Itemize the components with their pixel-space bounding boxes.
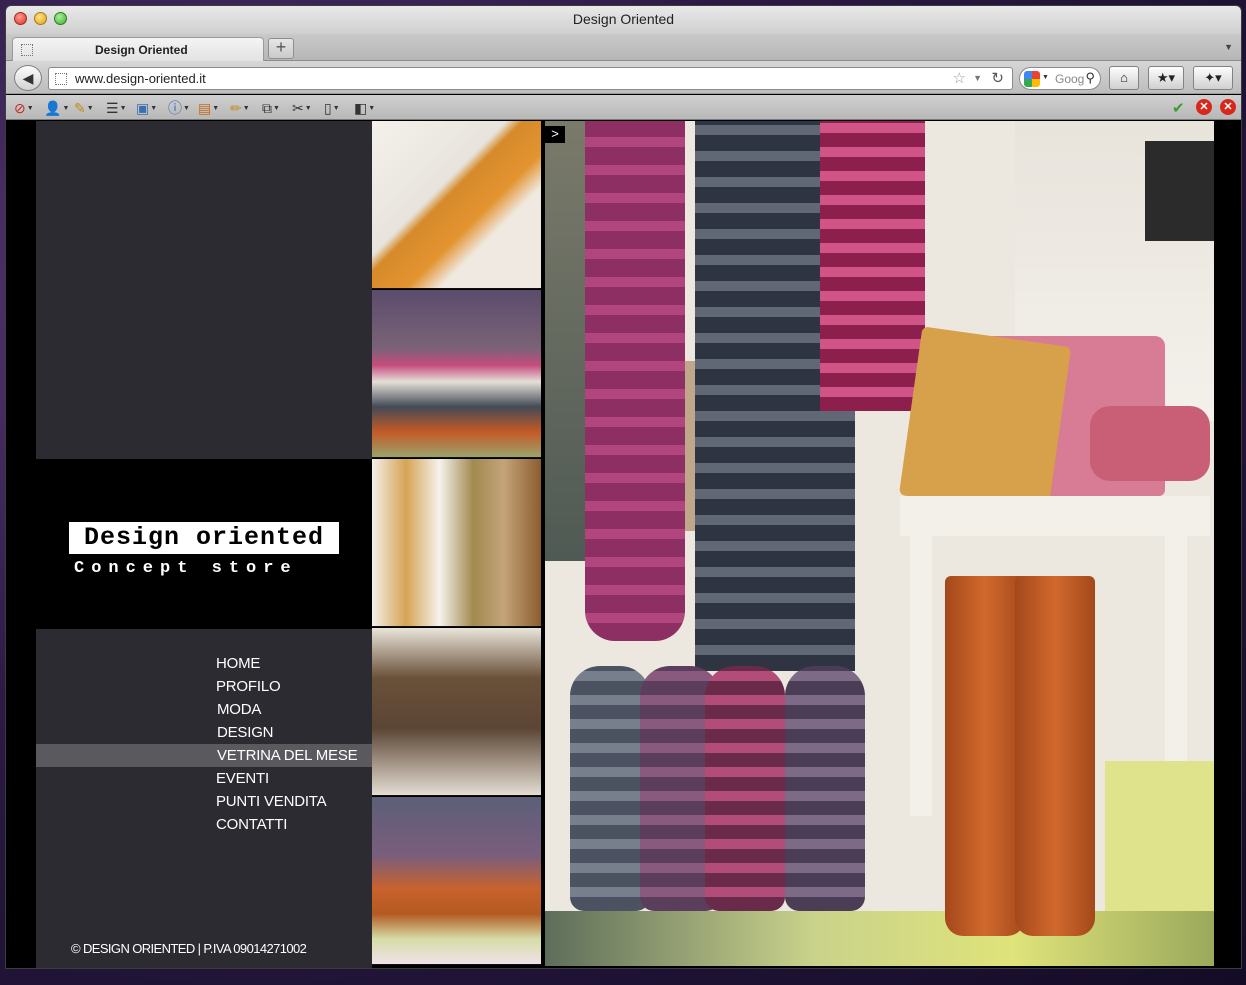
reload-icon[interactable]: ↻ bbox=[991, 69, 1004, 87]
disable-tool-icon[interactable]: ⊘▼ bbox=[14, 99, 34, 117]
tab-label: Design Oriented bbox=[95, 43, 188, 57]
logo-area: Design oriented Concept store bbox=[36, 459, 372, 629]
right-margin bbox=[1214, 121, 1241, 968]
address-bar[interactable]: www.design-oriented.it ☆ ▼ ↻ bbox=[48, 67, 1013, 90]
thumbnail-rainboots[interactable] bbox=[372, 797, 541, 965]
photo-orange-boot bbox=[945, 576, 1025, 936]
photo-table-leg bbox=[910, 536, 932, 816]
close-window-button[interactable] bbox=[14, 12, 27, 25]
bookmark-star-icon[interactable]: ☆ bbox=[953, 69, 966, 87]
addon-icon: ✦▾ bbox=[1204, 70, 1222, 85]
validation-ok-icon[interactable]: ✔ bbox=[1172, 99, 1185, 117]
thumbnail-scarves[interactable] bbox=[372, 459, 541, 627]
back-button[interactable]: ◀ bbox=[14, 65, 42, 91]
menu-item-profilo[interactable]: PROFILO bbox=[36, 675, 372, 698]
outline-tool-icon[interactable]: ✏▼ bbox=[230, 99, 250, 117]
close-toolbar-icon[interactable]: ✕ bbox=[1220, 99, 1236, 115]
main-menu: HOME PROFILO MODA DESIGN VETRINA DEL MES… bbox=[36, 652, 372, 836]
tab-list-icon[interactable]: ▼ bbox=[1224, 42, 1233, 52]
favicon-icon bbox=[21, 44, 33, 56]
photo-pink-pouch bbox=[1090, 406, 1210, 481]
tools-tool-icon[interactable]: ✂▼ bbox=[292, 99, 312, 117]
photo-floor bbox=[545, 911, 1214, 966]
photo-rain-boot bbox=[785, 666, 865, 911]
error-icon[interactable]: ✕ bbox=[1196, 99, 1212, 115]
search-box[interactable]: ▼ Goog ⚲ bbox=[1019, 67, 1101, 90]
photo-sock bbox=[545, 121, 590, 561]
google-engine-icon[interactable] bbox=[1024, 71, 1040, 87]
tab-bar: Design Oriented + ▼ bbox=[6, 34, 1241, 62]
photo-sock bbox=[820, 121, 925, 411]
title-bar: Design Oriented bbox=[6, 6, 1241, 34]
url-text[interactable]: www.design-oriented.it bbox=[75, 71, 206, 86]
logo-subtitle: Concept store bbox=[74, 559, 298, 578]
photo-green-item bbox=[1105, 761, 1214, 911]
wand-tool-icon[interactable]: ✎▼ bbox=[74, 99, 94, 117]
menu-item-moda[interactable]: MODA bbox=[36, 698, 372, 721]
thumbnail-coat[interactable] bbox=[372, 628, 541, 796]
source-tool-icon[interactable]: ▯▼ bbox=[324, 99, 340, 117]
menu-item-contatti[interactable]: CONTATTI bbox=[36, 813, 372, 836]
url-history-dropdown-icon[interactable]: ▼ bbox=[973, 73, 982, 83]
home-icon: ⌂ bbox=[1120, 70, 1128, 85]
navigation-bar: ◀ www.design-oriented.it ☆ ▼ ↻ ▼ Goog ⚲ … bbox=[6, 61, 1241, 94]
options-tool-icon[interactable]: ◧▼ bbox=[354, 99, 375, 117]
page-favicon-icon bbox=[55, 73, 67, 85]
new-tab-button[interactable]: + bbox=[268, 38, 294, 59]
slideshow-next-button[interactable]: > bbox=[545, 126, 565, 143]
photo-sock bbox=[585, 121, 685, 641]
main-showcase-photo bbox=[545, 121, 1214, 966]
minimize-window-button[interactable] bbox=[34, 12, 47, 25]
sidebar-menu-panel: HOME PROFILO MODA DESIGN VETRINA DEL MES… bbox=[36, 629, 372, 968]
window-title: Design Oriented bbox=[572, 11, 675, 27]
footer-copyright: © DESIGN ORIENTED | P.IVA 09014271002 bbox=[71, 941, 307, 956]
search-input[interactable]: Goog bbox=[1055, 72, 1085, 86]
back-arrow-icon: ◀ bbox=[22, 70, 34, 86]
info-tool-icon[interactable]: ⓘ▼ bbox=[168, 99, 190, 117]
menu-item-eventi[interactable]: EVENTI bbox=[36, 767, 372, 790]
menu-item-vetrina-del-mese[interactable]: VETRINA DEL MESE bbox=[36, 744, 372, 767]
page-viewport: Design oriented Concept store HOME PROFI… bbox=[6, 121, 1241, 968]
logo-title[interactable]: Design oriented bbox=[69, 522, 339, 554]
photo-orange-boot bbox=[1015, 576, 1095, 936]
menu-item-home[interactable]: HOME bbox=[36, 652, 372, 675]
browser-window: Design Oriented Design Oriented + ▼ ◀ ww… bbox=[6, 6, 1241, 968]
misc-tool-icon[interactable]: ▤▼ bbox=[198, 99, 219, 117]
photo-shelf-boots bbox=[1145, 141, 1214, 241]
menu-item-punti-vendita[interactable]: PUNTI VENDITA bbox=[36, 790, 372, 813]
thumbnail-strip bbox=[372, 121, 541, 968]
tab-design-oriented[interactable]: Design Oriented bbox=[12, 37, 264, 62]
engine-dropdown-icon[interactable]: ▼ bbox=[1042, 74, 1049, 81]
user-tool-icon[interactable]: 👤▼ bbox=[44, 99, 69, 117]
zoom-window-button[interactable] bbox=[54, 12, 67, 25]
sidebar-top-panel bbox=[36, 121, 372, 459]
photo-table bbox=[900, 496, 1210, 536]
bookmarks-icon: ★▾ bbox=[1156, 70, 1176, 85]
photo-orange-bag bbox=[898, 326, 1072, 516]
addon-button[interactable]: ✦▾ bbox=[1193, 66, 1233, 90]
magnifier-icon[interactable]: ⚲ bbox=[1085, 70, 1095, 86]
resize-tool-icon[interactable]: ⧉▼ bbox=[262, 99, 280, 117]
home-button[interactable]: ⌂ bbox=[1109, 66, 1139, 90]
web-developer-toolbar: ⊘▼ 👤▼ ✎▼ ☰▼ ▣▼ ⓘ▼ ▤▼ ✏▼ ⧉▼ ✂▼ ▯▼ ◧▼ ✔ ✕ … bbox=[6, 95, 1241, 120]
photo-rain-boot bbox=[705, 666, 785, 911]
photo-rain-boot bbox=[570, 666, 650, 911]
bookmarks-button[interactable]: ★▾ bbox=[1148, 66, 1184, 90]
images-tool-icon[interactable]: ▣▼ bbox=[136, 99, 157, 117]
thumbnail-bags[interactable] bbox=[372, 121, 541, 289]
menu-item-design[interactable]: DESIGN bbox=[36, 721, 372, 744]
window-controls bbox=[14, 12, 67, 25]
thumbnail-socks-boots[interactable] bbox=[372, 290, 541, 458]
forms-tool-icon[interactable]: ☰▼ bbox=[106, 99, 127, 117]
